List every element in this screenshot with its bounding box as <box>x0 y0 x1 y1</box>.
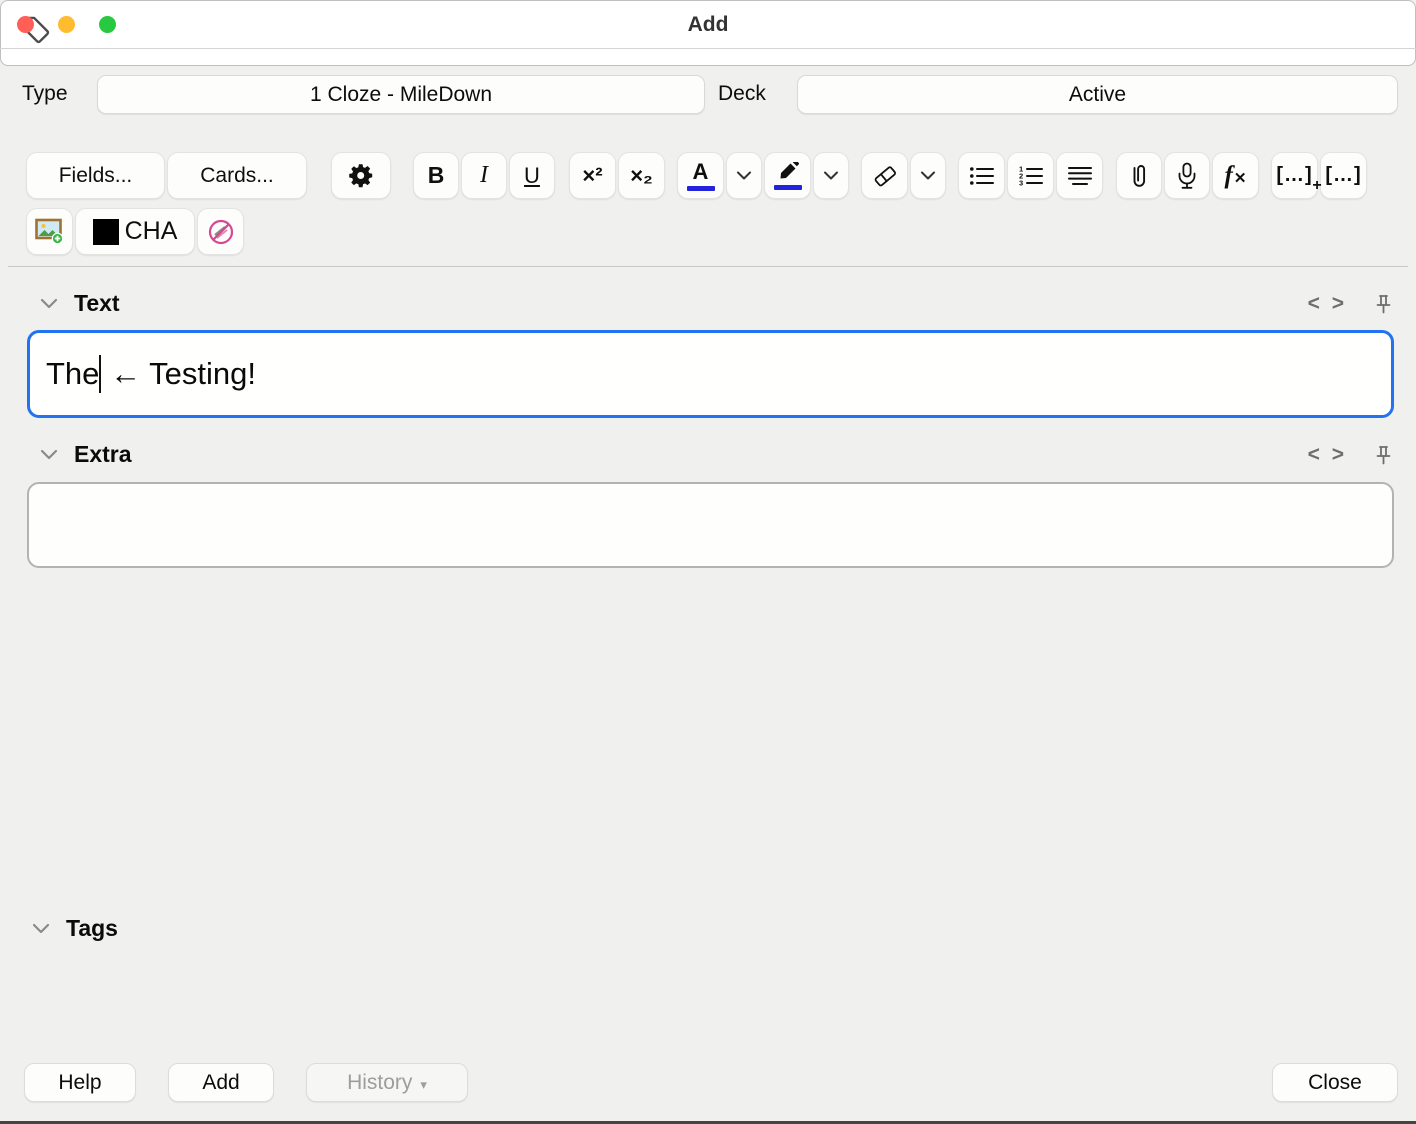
bullet-list-icon <box>969 166 994 185</box>
eraser-icon <box>874 165 896 186</box>
deck-selector[interactable]: Active <box>797 75 1398 114</box>
highlight-color-button[interactable] <box>764 152 811 199</box>
cards-button[interactable]: Cards... <box>167 152 307 199</box>
bold-button[interactable]: B <box>413 152 459 199</box>
tags-label: Tags <box>66 915 118 941</box>
black-square-icon <box>92 218 119 245</box>
text-field-header: Text < > <box>40 290 1392 317</box>
justify-button[interactable] <box>1056 152 1103 199</box>
tags-collapse-toggle[interactable] <box>32 923 50 934</box>
pin-icon[interactable] <box>1375 445 1392 465</box>
text-color-button[interactable]: A <box>677 152 724 199</box>
text-color-dropdown-button[interactable] <box>726 152 762 199</box>
cloze-same-icon: […] <box>1325 164 1361 187</box>
equations-button[interactable]: f ✕ <box>1212 152 1259 199</box>
chevron-down-icon <box>32 923 50 934</box>
settings-button[interactable] <box>331 152 391 199</box>
microphone-icon <box>1178 162 1196 189</box>
chevron-down-icon <box>40 298 58 309</box>
maximize-window-button[interactable] <box>99 16 116 33</box>
help-button[interactable]: Help <box>24 1063 136 1102</box>
text-color-swatch <box>686 185 715 191</box>
html-code-icon[interactable]: < > <box>1308 292 1347 316</box>
addon-toolbar: CHA <box>26 208 246 255</box>
add-note-window: Add Type 1 Cloze - MileDown Deck Active … <box>0 0 1416 1124</box>
highlighter-icon <box>780 161 799 178</box>
window-title: Add <box>687 13 729 36</box>
html-code-icon[interactable]: < > <box>1308 443 1347 467</box>
numbered-list-button[interactable]: 123 <box>1007 152 1054 199</box>
extra-field-label: Extra <box>74 441 132 467</box>
extra-field-header: Extra < > <box>40 441 1392 468</box>
italic-button[interactable]: I <box>461 152 507 199</box>
cloze-brackets: […] <box>1325 164 1362 186</box>
remove-formatting-dropdown-button[interactable] <box>910 152 946 199</box>
cloze-deletion-button[interactable]: […] + <box>1271 152 1322 199</box>
history-dropdown-arrow: ▾ <box>420 1076 427 1092</box>
history-button[interactable]: History ▾ <box>306 1063 468 1102</box>
editor-toolbar: Fields... Cards... B I U ×² ×₂ A 1 2 3 f… <box>26 152 1369 199</box>
attach-file-button[interactable] <box>1116 152 1162 199</box>
subscript-button[interactable]: ×₂ <box>618 152 665 199</box>
type-label: Type <box>22 82 68 105</box>
pin-icon[interactable] <box>1375 294 1392 314</box>
fields-button[interactable]: Fields... <box>26 152 165 199</box>
toolbar-divider <box>8 266 1408 267</box>
text-color-letter: A <box>692 158 709 184</box>
text-field-label: Text <box>74 290 120 316</box>
gear-icon <box>348 164 372 188</box>
text-collapse-toggle[interactable] <box>40 298 58 309</box>
justify-icon <box>1067 166 1092 185</box>
record-audio-button[interactable] <box>1164 152 1210 199</box>
cloze-same-card-button[interactable]: […] <box>1320 152 1367 199</box>
svg-text:3: 3 <box>1019 178 1023 187</box>
cloze-brackets: […] <box>1276 164 1313 186</box>
deck-label: Deck <box>718 82 766 105</box>
close-button[interactable]: Close <box>1272 1063 1398 1102</box>
extra-field-input[interactable] <box>27 482 1394 568</box>
superscript-button[interactable]: ×² <box>569 152 616 199</box>
numbered-list-icon: 123 <box>1019 164 1043 187</box>
no-highlight-icon <box>208 219 233 244</box>
highlight-color-swatch <box>773 184 802 190</box>
text-before-cursor: The <box>46 356 100 391</box>
chevron-down-icon <box>921 171 935 180</box>
cloze-new-icon: […] + <box>1276 164 1321 194</box>
remove-formatting-button[interactable] <box>861 152 908 199</box>
underline-button[interactable]: U <box>509 152 555 199</box>
paperclip-icon <box>1133 164 1146 187</box>
chevron-down-icon <box>824 171 838 180</box>
function-icon: f ✕ <box>1224 161 1247 189</box>
cha-label: CHA <box>124 217 178 245</box>
extra-collapse-toggle[interactable] <box>40 449 58 460</box>
add-image-button[interactable] <box>26 208 73 255</box>
close-window-button[interactable] <box>17 16 34 33</box>
history-label: History <box>347 1070 413 1094</box>
text-field-input[interactable]: The ← Testing! <box>27 330 1394 418</box>
notetype-selector[interactable]: 1 Cloze - MileDown <box>97 75 705 114</box>
chevron-down-icon <box>737 171 751 180</box>
cha-addon-button[interactable]: CHA <box>75 208 195 255</box>
no-highlight-addon-button[interactable] <box>197 208 244 255</box>
highlight-color-dropdown-button[interactable] <box>813 152 849 199</box>
add-button[interactable]: Add <box>168 1063 274 1102</box>
tags-header: Tags <box>32 915 1392 942</box>
cloze-plus-sign: + <box>1312 177 1323 194</box>
add-image-icon <box>34 218 63 245</box>
text-after-cursor: ← Testing! <box>101 356 256 391</box>
chevron-down-icon <box>40 449 58 460</box>
traffic-lights <box>17 16 116 33</box>
bullet-list-button[interactable] <box>958 152 1005 199</box>
titlebar: Add <box>0 0 1416 49</box>
minimize-window-button[interactable] <box>58 16 75 33</box>
